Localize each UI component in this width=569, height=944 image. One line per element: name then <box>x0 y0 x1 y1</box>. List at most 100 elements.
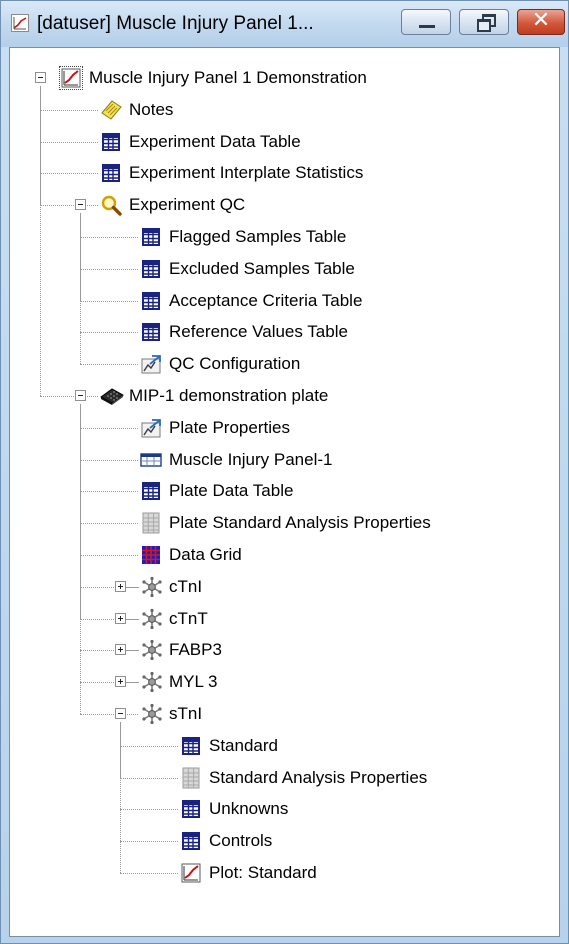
tree-item-label: sTnI <box>169 704 203 723</box>
table-icon <box>140 226 162 248</box>
tree-item-label: Plate Standard Analysis Properties <box>169 513 431 533</box>
magnifier-icon <box>100 194 122 216</box>
table-icon <box>140 258 162 280</box>
tree-connector <box>126 586 139 588</box>
plot-icon <box>59 66 83 90</box>
gray-table-icon <box>180 767 202 789</box>
tree-item-label: Controls <box>209 831 273 851</box>
gray-table-icon <box>140 512 162 534</box>
table-icon <box>100 131 122 153</box>
tree-item-experiment-qc[interactable]: Experiment QC <box>10 189 559 221</box>
tree-item-label: Data Grid <box>169 545 242 564</box>
tree-item-label: MYL 3 <box>169 672 218 692</box>
table-icon <box>180 798 202 820</box>
analyte-icon <box>140 703 162 725</box>
tree-item-label: Muscle Injury Panel-1 <box>169 449 333 469</box>
plate-icon <box>100 385 124 407</box>
tree-item-myl-3[interactable]: MYL 3 <box>10 666 559 698</box>
analyte-icon <box>140 576 162 598</box>
tree-item-plot-standard[interactable]: Plot: Standard <box>10 857 559 889</box>
notes-icon <box>100 99 122 121</box>
tree-item-muscle-injury-panel-1[interactable]: Muscle Injury Panel-1 <box>10 444 559 476</box>
application-window: [datuser] Muscle Injury Panel 1... ✕ Mus… <box>0 0 569 944</box>
tree-item-muscle-injury-panel-1-demonstration[interactable]: Muscle Injury Panel 1 Demonstration <box>10 62 559 94</box>
tree-item-reference-values-table[interactable]: Reference Values Table <box>10 316 559 348</box>
restore-icon-front <box>477 19 491 32</box>
table-icon <box>140 480 162 502</box>
tree-item-label: cTnI <box>169 576 203 596</box>
analyte-icon <box>140 671 162 693</box>
tree-item-label: MIP-1 demonstration plate <box>129 386 329 405</box>
tree-item-label: FABP3 <box>169 640 222 660</box>
tree-item-label: Reference Values Table <box>169 322 348 342</box>
close-button[interactable]: ✕ <box>517 8 565 35</box>
tree-item-fabp3[interactable]: FABP3 <box>10 634 559 666</box>
tree-item-experiment-data-table[interactable]: Experiment Data Table <box>10 126 559 158</box>
restore-button[interactable] <box>459 9 509 35</box>
plot-app-icon[interactable] <box>11 14 29 32</box>
tree-item-controls[interactable]: Controls <box>10 825 559 857</box>
tree-item-label: Experiment QC <box>129 195 246 215</box>
tree-item-ctni[interactable]: cTnI <box>10 571 559 603</box>
tree-item-ctnt[interactable]: cTnT <box>10 603 559 635</box>
minimize-button[interactable] <box>401 9 451 35</box>
project-tree: Muscle Injury Panel 1 Demonstration Notes… <box>10 48 559 936</box>
tree-item-label: cTnT <box>169 608 208 628</box>
tree-item-data-grid[interactable]: Data Grid <box>10 539 559 571</box>
tree-item-unknowns[interactable]: Unknowns <box>10 793 559 825</box>
tree-item-label: Notes <box>129 99 174 119</box>
window-title: [datuser] Muscle Injury Panel 1... <box>37 13 314 34</box>
plot-icon <box>180 862 202 884</box>
tree-item-plate-standard-analysis-properties[interactable]: Plate Standard Analysis Properties <box>10 507 559 539</box>
panel-icon <box>140 449 162 471</box>
analyte-icon <box>140 639 162 661</box>
tree-item-label: Plate Properties <box>169 417 290 437</box>
table-icon <box>180 735 202 757</box>
tree-item-label: Standard <box>209 735 278 755</box>
tree-item-standard[interactable]: Standard <box>10 730 559 762</box>
tree-item-label: Standard Analysis Properties <box>209 767 428 787</box>
title-bar[interactable]: [datuser] Muscle Injury Panel 1... ✕ <box>1 1 568 47</box>
collapse-icon[interactable] <box>115 708 126 719</box>
tree-connector <box>126 682 139 684</box>
tree-item-label: Muscle Injury Panel 1 Demonstration <box>89 68 367 87</box>
tree-panel[interactable]: Muscle Injury Panel 1 Demonstration Notes… <box>9 47 560 937</box>
tree-item-label: Experiment Interplate Statistics <box>129 163 364 183</box>
expand-icon[interactable] <box>115 676 126 688</box>
expand-icon[interactable] <box>115 580 126 592</box>
tree-item-label: Plot: Standard <box>209 863 317 882</box>
analyte-icon <box>140 608 162 630</box>
properties-icon <box>140 353 162 375</box>
tree-item-flagged-samples-table[interactable]: Flagged Samples Table <box>10 221 559 253</box>
collapse-icon[interactable] <box>35 72 46 83</box>
tree-item-label: Acceptance Criteria Table <box>169 290 363 310</box>
tree-item-label: Plate Data Table <box>169 481 294 501</box>
tree-item-plate-data-table[interactable]: Plate Data Table <box>10 475 559 507</box>
tree-connector <box>126 650 139 652</box>
tree-item-standard-analysis-properties[interactable]: Standard Analysis Properties <box>10 762 559 794</box>
tree-item-mip-1-demonstration-plate[interactable]: MIP-1 demonstration plate <box>10 380 559 412</box>
tree-item-stni[interactable]: sTnI <box>10 698 559 730</box>
tree-item-label: Flagged Samples Table <box>169 227 347 246</box>
tree-item-label: Unknowns <box>209 799 289 819</box>
expand-icon[interactable] <box>115 644 126 656</box>
tree-item-experiment-interplate-statistics[interactable]: Experiment Interplate Statistics <box>10 157 559 189</box>
tree-item-notes[interactable]: Notes <box>10 94 559 126</box>
table-icon <box>140 321 162 343</box>
data-grid-icon <box>140 544 162 566</box>
tree-item-acceptance-criteria-table[interactable]: Acceptance Criteria Table <box>10 285 559 317</box>
tree-item-plate-properties[interactable]: Plate Properties <box>10 412 559 444</box>
table-icon <box>180 830 202 852</box>
properties-icon <box>140 417 162 439</box>
minimize-icon <box>419 25 435 28</box>
tree-connector <box>126 618 139 620</box>
tree-item-excluded-samples-table[interactable]: Excluded Samples Table <box>10 253 559 285</box>
expand-icon[interactable] <box>115 612 126 624</box>
tree-item-label: Experiment Data Table <box>129 131 301 151</box>
collapse-icon[interactable] <box>75 199 86 211</box>
collapse-icon[interactable] <box>75 390 86 401</box>
table-icon <box>100 162 122 184</box>
tree-item-qc-configuration[interactable]: QC Configuration <box>10 348 559 380</box>
close-icon: ✕ <box>531 8 551 33</box>
tree-item-label: QC Configuration <box>169 354 301 374</box>
